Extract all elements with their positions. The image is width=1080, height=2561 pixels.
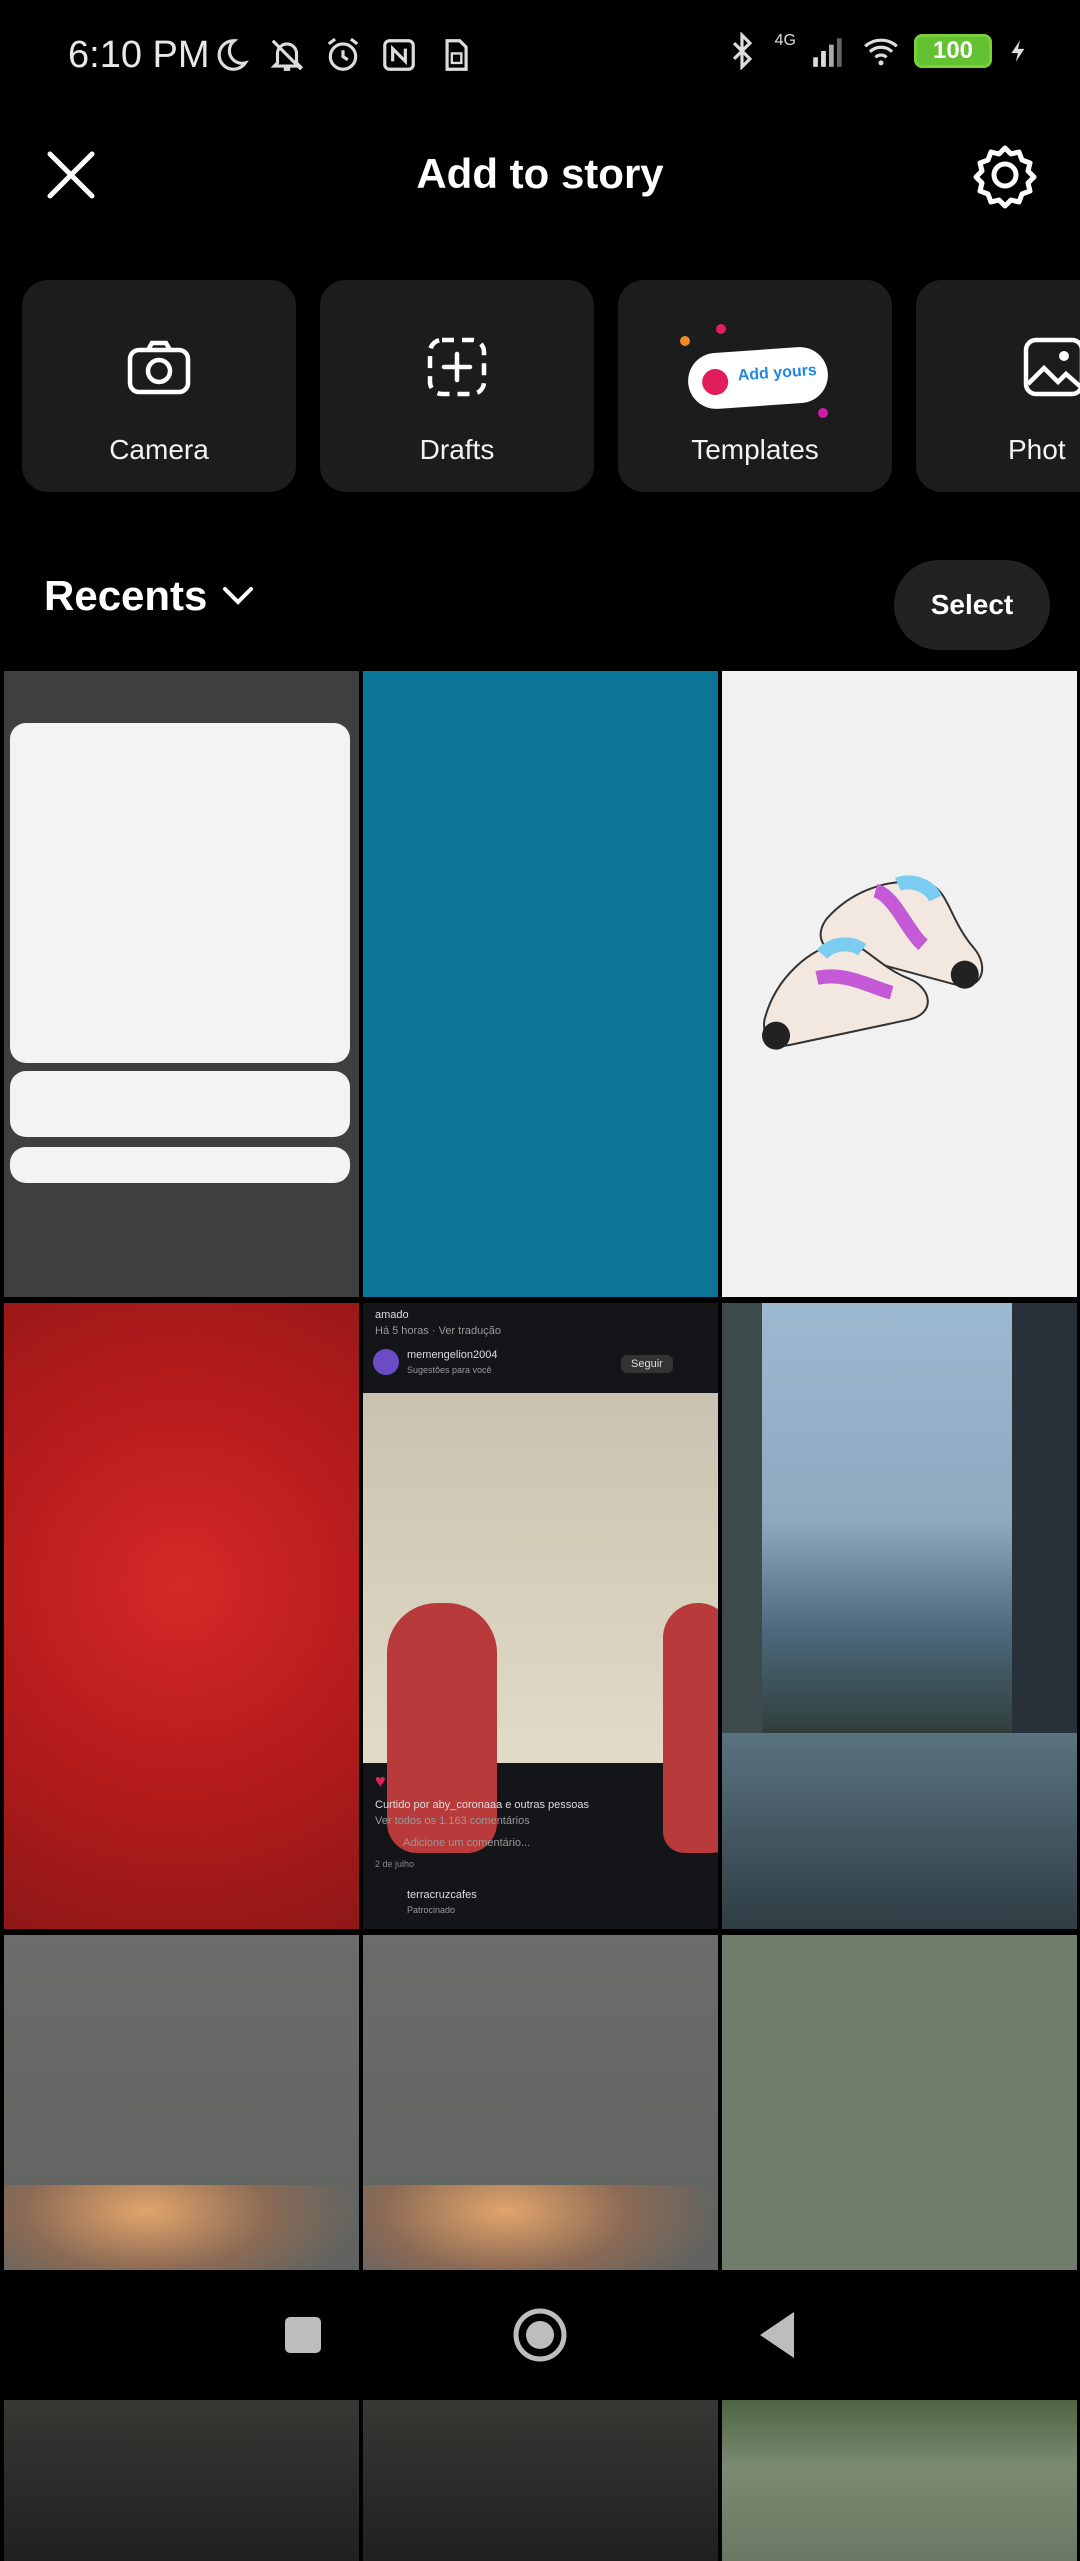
nfc-icon bbox=[383, 39, 415, 71]
post-add-comment: Adicione um comentário... bbox=[403, 1837, 531, 1849]
post-suggest: Sugestões para você bbox=[407, 1365, 492, 1375]
media-thumbnail[interactable] bbox=[722, 1935, 1077, 2561]
signal-icon bbox=[813, 38, 842, 67]
network-type: 4G bbox=[774, 32, 796, 49]
media-thumbnail[interactable]: amado Há 5 horas · Ver tradução memengel… bbox=[363, 1303, 718, 1929]
battery-level: 100 bbox=[932, 37, 974, 64]
recents-label: Recents bbox=[44, 572, 208, 619]
post-username: memengelion2004 bbox=[407, 1349, 498, 1361]
media-thumbnail[interactable] bbox=[4, 1303, 359, 1929]
heart-icon: ♥ bbox=[375, 1771, 386, 1791]
camera-icon bbox=[127, 340, 191, 395]
chevron-down-icon bbox=[223, 587, 254, 605]
tile-drafts[interactable]: Drafts bbox=[320, 280, 594, 492]
system-nav-bar bbox=[0, 2270, 1080, 2400]
post-date: 2 de julho bbox=[375, 1859, 415, 1869]
tile-label: Camera bbox=[109, 434, 209, 465]
post-avatar bbox=[373, 1349, 399, 1375]
select-button[interactable]: Select bbox=[894, 560, 1050, 650]
media-thumbnail[interactable] bbox=[4, 1935, 359, 2561]
settings-icon[interactable] bbox=[970, 140, 1040, 210]
recents-dropdown[interactable]: Recents bbox=[44, 572, 255, 620]
battery-icon: 100 bbox=[914, 34, 992, 68]
notifications-off-icon bbox=[270, 39, 304, 71]
photo-icon bbox=[1023, 337, 1080, 397]
sneakers-illustration bbox=[762, 875, 984, 1050]
media-thumbnail[interactable] bbox=[722, 1303, 1077, 1929]
add-yours-label: Add yours bbox=[737, 361, 818, 385]
alarm-icon bbox=[327, 37, 359, 71]
drafts-icon bbox=[427, 337, 487, 397]
tile-camera[interactable]: Camera bbox=[22, 280, 296, 492]
status-right-icons: 4G 100 bbox=[723, 32, 1032, 70]
moon-icon bbox=[217, 39, 249, 71]
header: Add to story bbox=[0, 118, 1080, 230]
media-thumbnail[interactable] bbox=[363, 671, 718, 1297]
status-time: 6:10 PM bbox=[68, 34, 210, 76]
media-thumbnail[interactable] bbox=[4, 671, 359, 1297]
sim-icon bbox=[445, 39, 468, 71]
recent-apps-icon[interactable] bbox=[268, 2300, 338, 2370]
status-bar: 6:10 PM 4G 100 bbox=[0, 0, 1080, 118]
charging-icon bbox=[1011, 40, 1025, 62]
post-follow: Seguir bbox=[621, 1355, 673, 1373]
wifi-icon bbox=[864, 38, 898, 66]
post-comments: Ver todos os 1.163 comentários bbox=[375, 1815, 530, 1827]
post-image bbox=[363, 1393, 718, 1853]
bluetooth-icon bbox=[732, 32, 752, 70]
quick-tiles: Camera Drafts Add yours Templates Phot bbox=[22, 280, 1080, 492]
post-time-line: Há 5 horas · Ver tradução bbox=[375, 1325, 501, 1337]
post-author-line: amado bbox=[375, 1309, 409, 1321]
tile-label: Phot bbox=[1008, 434, 1066, 465]
media-thumbnail[interactable] bbox=[722, 671, 1077, 1297]
add-yours-sticker: Add yours bbox=[686, 345, 830, 411]
media-thumbnail[interactable] bbox=[363, 1935, 718, 2561]
tile-templates[interactable]: Add yours Templates bbox=[618, 280, 892, 492]
tile-photo[interactable]: Phot bbox=[916, 280, 1080, 492]
post-liked-by: Curtido por aby_coronaaa e outras pessoa… bbox=[375, 1799, 590, 1811]
back-icon[interactable] bbox=[742, 2300, 812, 2370]
home-icon[interactable] bbox=[505, 2300, 575, 2370]
tile-label: Drafts bbox=[419, 434, 495, 465]
post-screenshot: amado Há 5 horas · Ver tradução memengel… bbox=[363, 1303, 718, 1929]
post-sponsored: Patrocinado bbox=[407, 1905, 456, 1915]
status-left-icons bbox=[212, 36, 474, 74]
post-sponsor: terracruzcafes bbox=[407, 1889, 477, 1901]
tile-label: Templates bbox=[691, 434, 819, 465]
page-title: Add to story bbox=[416, 150, 664, 197]
